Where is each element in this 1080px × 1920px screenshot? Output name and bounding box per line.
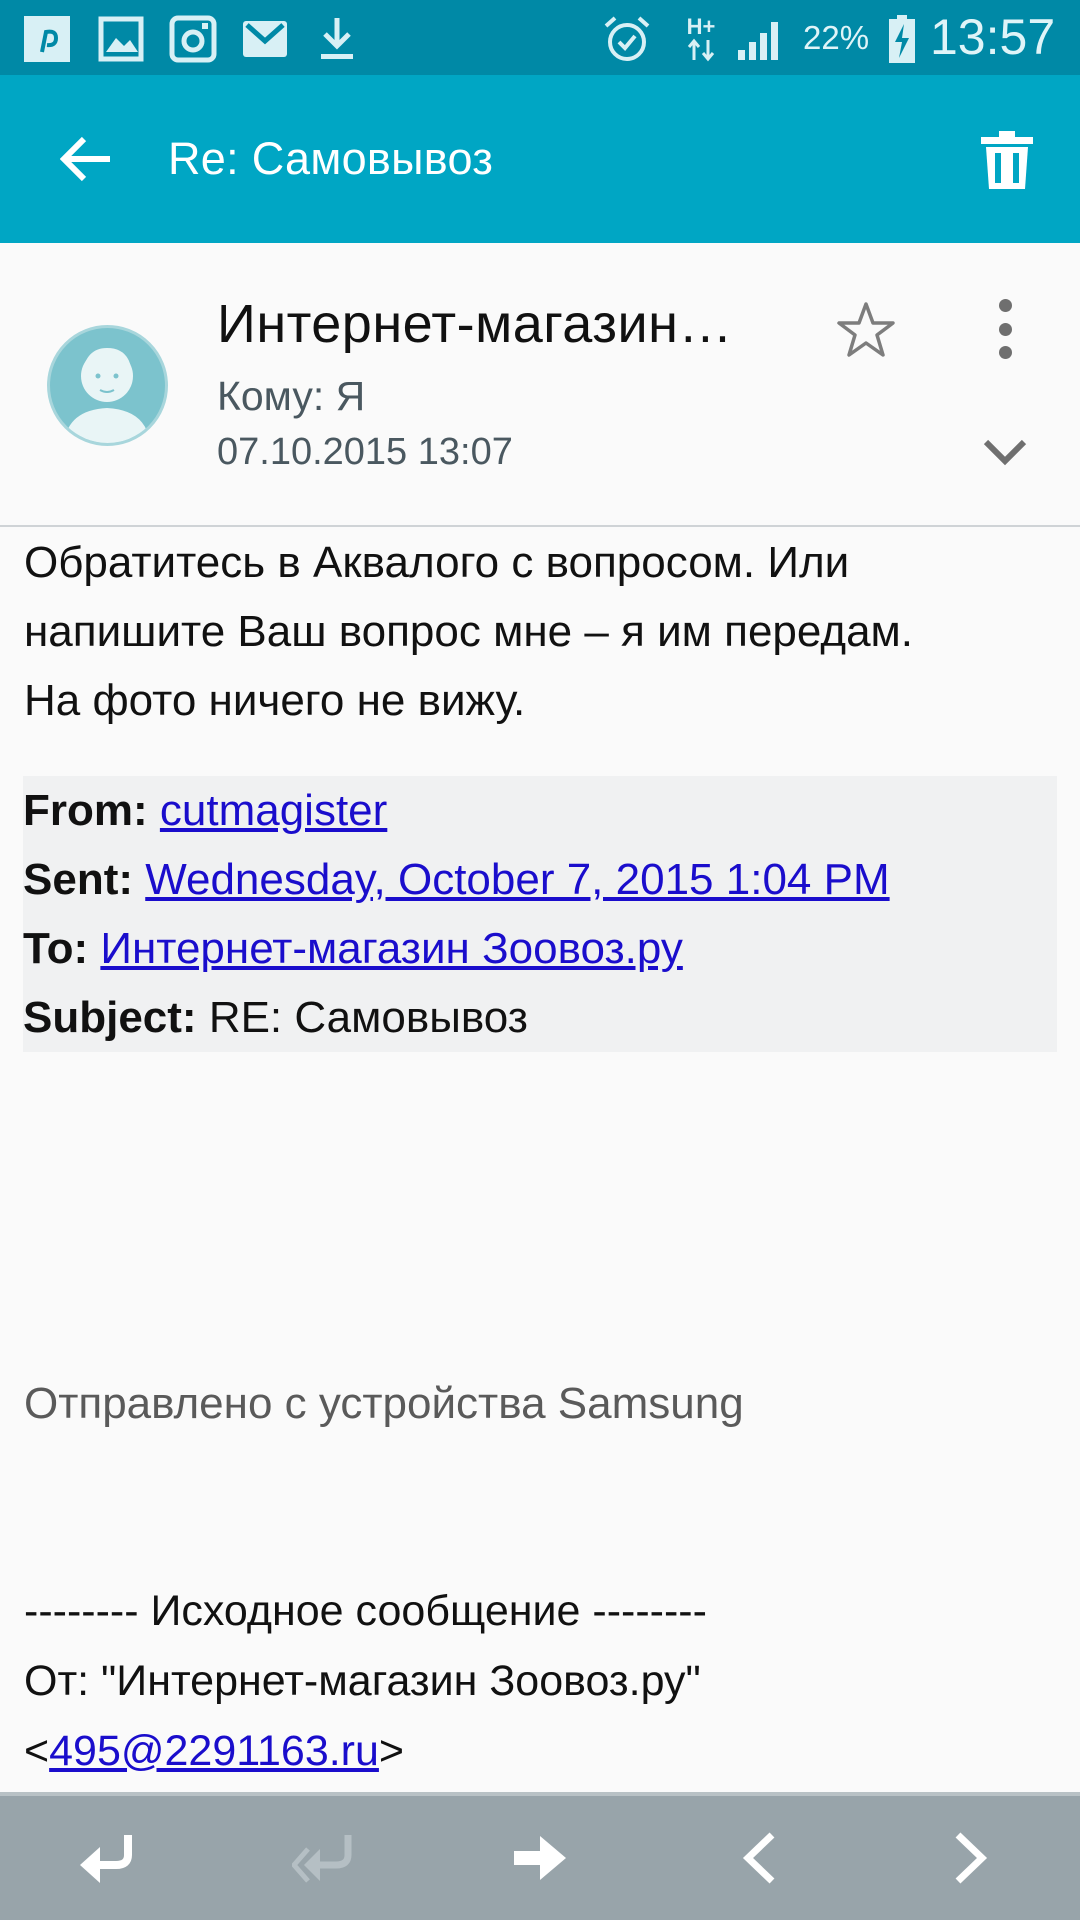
avatar[interactable] xyxy=(47,325,168,446)
previous-message-button[interactable] xyxy=(718,1818,798,1898)
person-icon xyxy=(64,348,150,443)
body-line: напишите Ваш вопрос мне – я им передам. xyxy=(24,607,914,656)
more-vert-icon xyxy=(998,299,1012,312)
gallery-icon xyxy=(96,14,146,64)
original-message: -------- Исходное сообщение -------- От:… xyxy=(24,1576,707,1786)
message-body: Обратитесь в Аквалого с вопросом. Или на… xyxy=(24,528,1064,735)
data-arrows-icon: H+ xyxy=(676,14,726,64)
more-options-button[interactable] xyxy=(982,295,1028,363)
to-link[interactable]: Интернет-магазин Зоовоз.ру xyxy=(100,924,682,973)
subject-value: RE: Самовывоз xyxy=(208,993,528,1042)
quote-to: To: Интернет-магазин Зоовоз.ру xyxy=(23,924,683,973)
quote-from: From: cutmagister xyxy=(23,786,388,835)
reply-all-button[interactable] xyxy=(284,1818,364,1898)
body-line: На фото ничего не вижу. xyxy=(24,676,526,725)
chevron-down-icon xyxy=(983,439,1027,466)
star-button[interactable] xyxy=(835,299,897,361)
battery-charging-icon xyxy=(877,14,927,64)
page-title: Re: Самовывоз xyxy=(168,133,494,184)
bottom-action-bar xyxy=(0,1792,1080,1920)
status-bar: H+ 22% 13:57 xyxy=(0,0,1080,75)
body-line: Обратитесь в Аквалого с вопросом. Или xyxy=(24,538,850,587)
trash-icon xyxy=(981,131,1033,189)
forward-button[interactable] xyxy=(500,1818,580,1898)
quoted-header-block: From: cutmagister Sent: Wednesday, Octob… xyxy=(23,776,1057,1052)
quote-subject: Subject: RE: Самовывоз xyxy=(23,993,528,1042)
recipient: Кому: Я xyxy=(217,373,366,419)
gmail-icon xyxy=(240,14,290,64)
next-icon xyxy=(955,1832,988,1884)
original-from: От: "Интернет-магазин Зоовоз.ру" xyxy=(24,1657,701,1705)
message-date: 07.10.2015 13:07 xyxy=(217,431,513,473)
star-icon xyxy=(837,302,895,357)
original-email-line: <495@2291163.ru> xyxy=(24,1727,405,1775)
quote-sent: Sent: Wednesday, October 7, 2015 1:04 PM xyxy=(23,855,890,904)
alarm-icon xyxy=(602,14,652,64)
original-divider: -------- Исходное сообщение -------- xyxy=(24,1587,707,1635)
signature: Отправлено с устройства Samsung xyxy=(24,1379,744,1428)
download-icon xyxy=(312,14,362,64)
clock: 13:57 xyxy=(930,9,1056,65)
forward-icon xyxy=(514,1836,566,1880)
previous-icon xyxy=(742,1832,775,1884)
arrow-back-icon xyxy=(60,136,110,182)
reply-icon xyxy=(80,1835,132,1883)
app-bar: Re: Самовывоз xyxy=(0,75,1080,243)
email-link[interactable]: 495@2291163.ru xyxy=(49,1727,379,1775)
back-button[interactable] xyxy=(52,125,120,193)
next-message-button[interactable] xyxy=(932,1818,1012,1898)
reply-button[interactable] xyxy=(68,1818,148,1898)
sender-name[interactable]: Интернет-магазин… xyxy=(217,293,733,355)
expand-details-button[interactable] xyxy=(978,426,1032,480)
battery-percent: 22% xyxy=(803,19,870,56)
message-header: Интернет-магазин… Кому: Я 07.10.2015 13:… xyxy=(0,243,1080,527)
pinterest-icon xyxy=(22,14,72,64)
from-link[interactable]: cutmagister xyxy=(160,786,387,835)
reply-all-icon xyxy=(292,1835,352,1883)
sent-date-link[interactable]: Wednesday, October 7, 2015 1:04 PM xyxy=(145,855,889,904)
delete-button[interactable] xyxy=(972,125,1042,195)
network-type: H+ xyxy=(686,14,716,39)
instagram-icon xyxy=(168,14,218,64)
signal-icon xyxy=(736,14,786,64)
